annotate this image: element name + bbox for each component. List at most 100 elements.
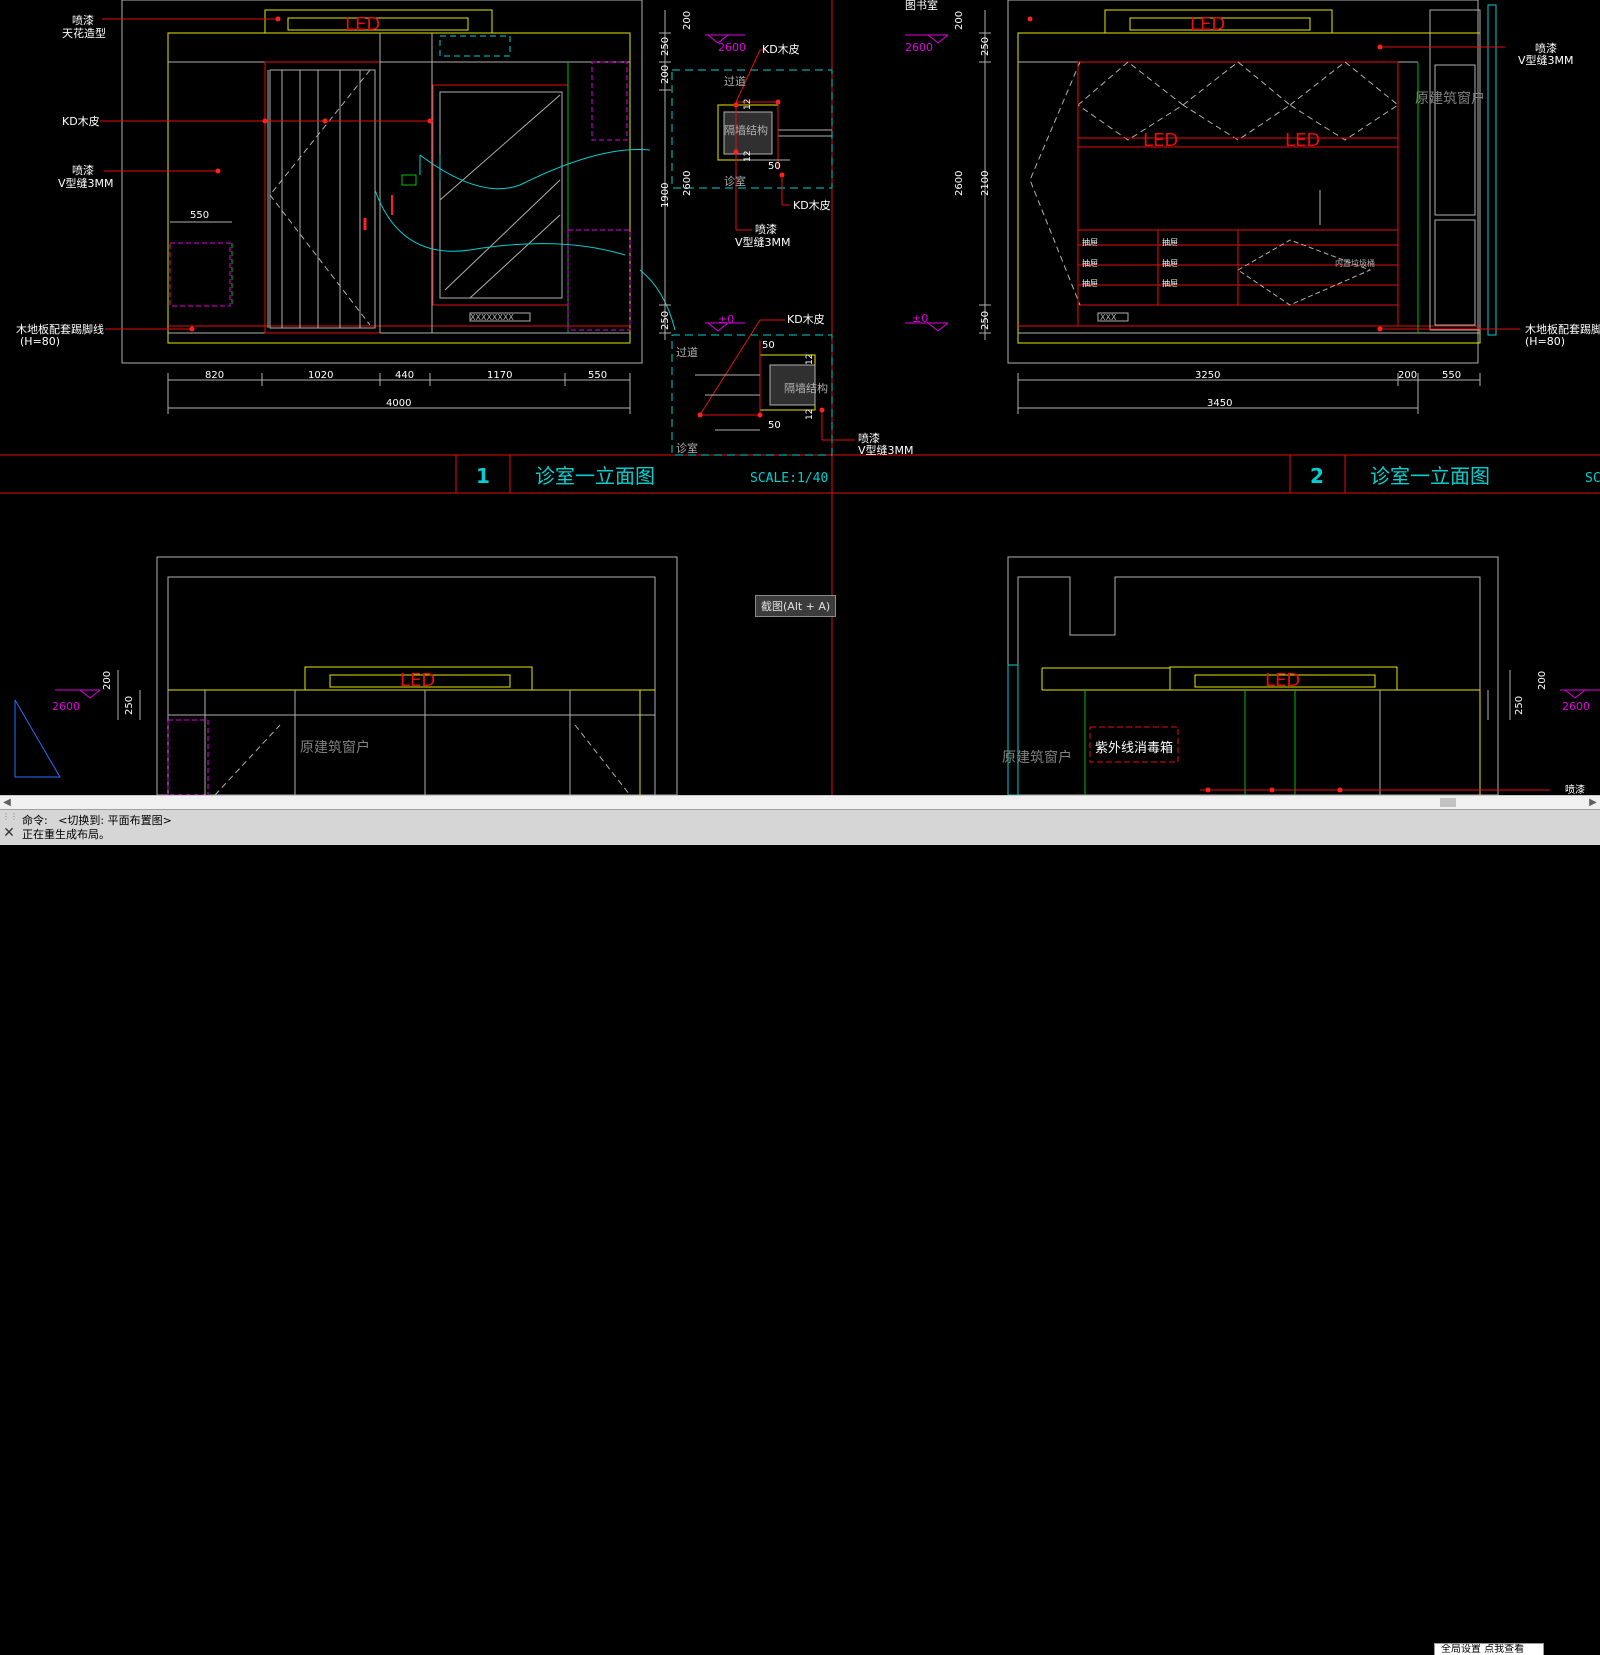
detail-bottom-kd-veneer: KD木皮	[787, 313, 825, 326]
elevation-1-scale: SCALE:1/40	[750, 471, 828, 486]
command-status-line: 正在重生成布局。	[22, 828, 110, 841]
lower-left-dim-200: 200	[102, 671, 113, 690]
lower-right-led: LED	[1265, 670, 1300, 691]
label-skirting-h-e2: (H=80)	[1525, 335, 1565, 348]
cad-model-space[interactable]: 喷漆 天花造型 KD木皮 喷漆 V型缝3MM 木地板配套踢脚线 (H=80) 5…	[0, 0, 1600, 795]
dim-3450: 3450	[1207, 398, 1232, 409]
elevation-1-number: 1	[476, 464, 490, 488]
detail-top-paint: 喷漆	[755, 223, 777, 236]
detail-bottom-v-groove: V型缝3MM	[858, 443, 914, 457]
detail-bottom-dim-50b: 50	[768, 420, 781, 431]
label-ceiling-shape: 天花造型	[62, 26, 106, 40]
drawer-label-4: 抽屉	[1162, 258, 1178, 268]
lower-left-led: LED	[400, 670, 435, 691]
screenshot-tooltip: 截图(Alt + A)	[755, 595, 837, 617]
dim-550: 550	[588, 370, 607, 381]
lower-left-level: 2600	[52, 700, 80, 713]
command-line-panel[interactable]: ⋮⋮ ✕ 命令: <切换到: 平面布置图> 正在重生成布局。 全局设置 点我查看	[0, 809, 1600, 1655]
detail-top-kd-veneer-2: KD木皮	[793, 199, 831, 212]
grip-icon[interactable]: ⋮⋮	[2, 812, 18, 822]
detail-bottom-dim-12a: 12	[805, 354, 815, 365]
elevation-1-leaders	[100, 18, 1520, 330]
dim-3250: 3250	[1195, 370, 1220, 381]
horizontal-scrollbar[interactable]: ◀ ▶	[0, 795, 1600, 809]
dim-440: 440	[395, 370, 414, 381]
detail-bottom-wall: 隔墙结构	[784, 381, 828, 395]
detail-top-dim-12a: 12	[743, 99, 753, 110]
drawer-label-1: 抽屉	[1082, 237, 1098, 247]
lower-right-paint: 喷漆	[1565, 783, 1585, 795]
led-label-e2-mid-1: LED	[1143, 130, 1178, 151]
detail-top-corridor: 过道	[724, 74, 746, 88]
detail-top-room: 诊室	[724, 174, 746, 188]
detail-top-dim-50: 50	[768, 161, 781, 172]
floor-pattern-1: XXXXXXXX	[470, 313, 514, 322]
detail-bottom-room: 诊室	[676, 441, 698, 455]
detail-bottom-level: ±0	[718, 313, 734, 326]
elevation-2-dimensions	[979, 10, 1481, 414]
drawer-label-6: 抽屉	[1162, 278, 1178, 288]
label-library: 图书室	[905, 0, 938, 12]
dim-left-250b: 250	[980, 311, 991, 330]
elevation-1-frame[interactable]	[121, 0, 676, 364]
led-label-1: LED	[345, 14, 380, 35]
detail-top-level: 2600	[718, 41, 746, 54]
detail-top-v-groove: V型缝3MM	[735, 235, 791, 249]
drawer-label-2: 抽屉	[1162, 237, 1178, 247]
scrollbar-thumb[interactable]	[1440, 798, 1456, 807]
scroll-left-icon[interactable]: ◀	[0, 796, 14, 809]
lower-right-dim-200: 200	[1537, 671, 1548, 690]
detail-top-dim-12b: 12	[743, 151, 753, 162]
lower-left-elevation[interactable]	[14, 556, 678, 795]
settings-popup[interactable]: 全局设置 点我查看	[1434, 1643, 1544, 1655]
detail-top-kd-veneer: KD木皮	[762, 43, 800, 56]
elevation-1-title: 诊室一立面图	[535, 464, 655, 488]
dim-4000: 4000	[386, 398, 411, 409]
led-label-e2-mid-2: LED	[1285, 130, 1320, 151]
level-right-zero: ±0	[912, 312, 928, 325]
uv-cabinet-label: 紫外线消毒箱	[1095, 740, 1173, 756]
dim-right-2600: 2600	[682, 171, 693, 196]
dim-200-e2: 200	[1398, 370, 1417, 381]
lower-right-window: 原建筑窗户	[1002, 749, 1072, 766]
dim-left-2100: 2100	[980, 171, 991, 196]
detail-bottom-dim-12b: 12	[805, 409, 815, 420]
dim-left-200: 200	[954, 11, 965, 30]
label-skirting-e2: 木地板配套踢脚	[1525, 322, 1600, 336]
detail-bottom-corridor: 过道	[676, 345, 698, 359]
label-skirting-1: 木地板配套踢脚线	[16, 322, 104, 336]
close-icon[interactable]: ✕	[2, 825, 16, 841]
dim-550-cabinet: 550	[190, 210, 209, 221]
floor-pattern-2: XXX	[1100, 313, 1117, 322]
dim-820: 820	[205, 370, 224, 381]
label-paint-1: 喷漆	[72, 14, 94, 27]
dim-right-250: 250	[660, 37, 671, 56]
label-window-e2: 原建筑窗户	[1415, 90, 1485, 107]
dim-550-e2: 550	[1442, 370, 1461, 381]
level-right-2600: 2600	[905, 41, 933, 54]
scroll-right-icon[interactable]: ▶	[1586, 796, 1600, 809]
elevation-2-scale: SC	[1585, 471, 1600, 486]
detail-top-wall: 隔墙结构	[724, 123, 768, 137]
cad-drawing[interactable]: 喷漆 天花造型 KD木皮 喷漆 V型缝3MM 木地板配套踢脚线 (H=80) 5…	[0, 0, 1600, 795]
lower-right-level: 2600	[1562, 700, 1590, 713]
trash-bin-label: 内置垃圾桶	[1335, 258, 1375, 268]
elevation-2-frame[interactable]	[1007, 0, 1497, 364]
elevation-2-title: 诊室一立面图	[1370, 464, 1490, 488]
drawer-label-5: 抽屉	[1082, 278, 1098, 288]
dim-right-250b: 250	[660, 311, 671, 330]
label-paint-2: 喷漆	[72, 164, 94, 177]
dim-right-200: 200	[682, 11, 693, 30]
label-skirting-h-1: (H=80)	[20, 335, 60, 348]
dim-left-2600: 2600	[954, 171, 965, 196]
lower-left-window: 原建筑窗户	[300, 739, 370, 756]
lower-right-dim-250: 250	[1514, 696, 1525, 715]
dim-left-250: 250	[980, 37, 991, 56]
label-v-groove-1: V型缝3MM	[58, 176, 114, 190]
lower-left-dim-250: 250	[124, 696, 135, 715]
drawer-label-3: 抽屉	[1082, 258, 1098, 268]
dim-1170: 1170	[487, 370, 512, 381]
elevation-2-number: 2	[1310, 464, 1324, 488]
dim-1020: 1020	[308, 370, 333, 381]
led-label-e2-top: LED	[1190, 14, 1225, 35]
